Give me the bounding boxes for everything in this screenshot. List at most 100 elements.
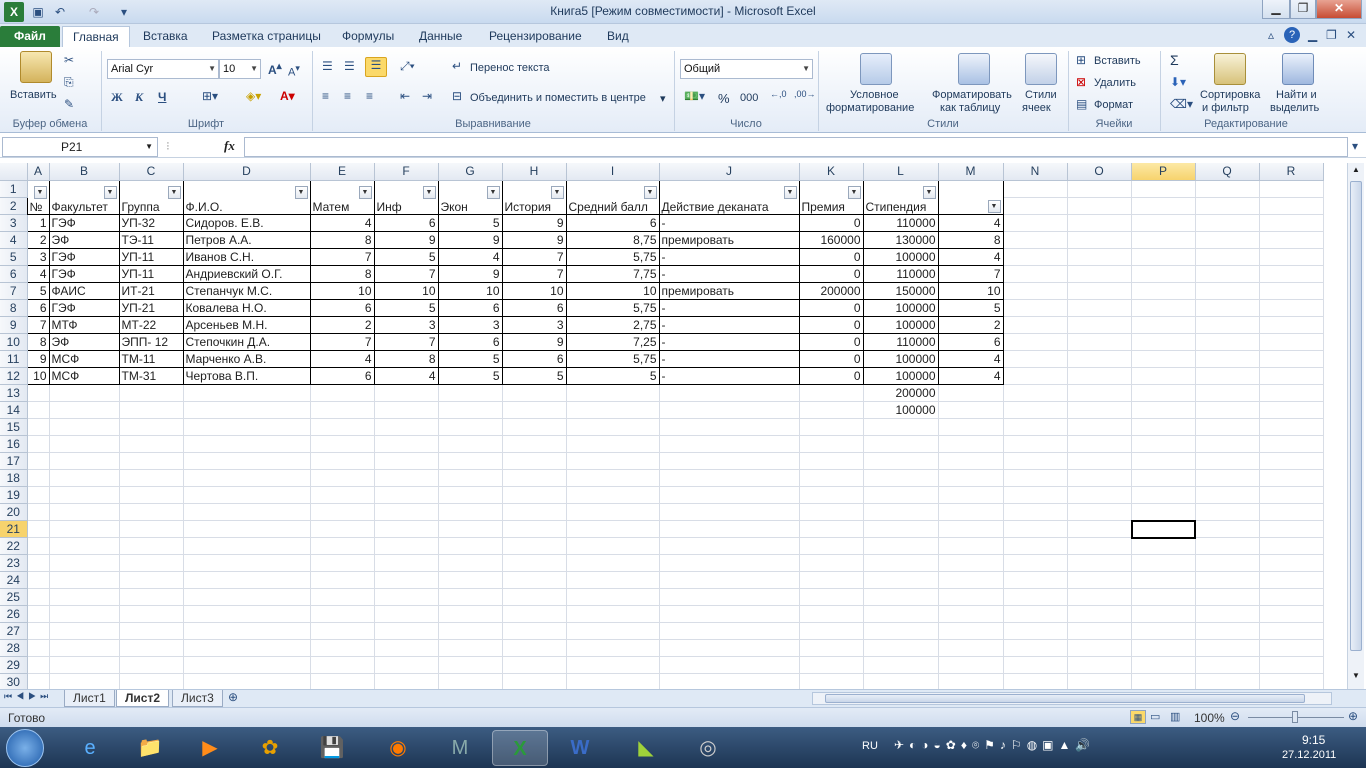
cell[interactable] — [1067, 435, 1132, 453]
cell[interactable] — [938, 537, 1004, 555]
cell[interactable] — [1067, 588, 1132, 606]
cell[interactable] — [799, 469, 864, 487]
data-cell[interactable]: 10 — [26, 366, 50, 385]
filter-dropdown-icon[interactable]: ▼ — [783, 185, 797, 199]
doc-minimize-icon[interactable]: ▁ — [1308, 28, 1317, 42]
cell[interactable] — [1131, 639, 1196, 657]
cell[interactable] — [1003, 180, 1068, 198]
cell[interactable] — [1131, 503, 1196, 521]
data-cell[interactable]: 2 — [937, 315, 1004, 334]
cell[interactable] — [119, 418, 184, 436]
cell[interactable] — [119, 571, 184, 589]
insert-cells-button[interactable]: Вставить — [1094, 55, 1141, 67]
cell[interactable] — [1067, 452, 1132, 470]
cell[interactable] — [863, 486, 939, 504]
row-header[interactable]: 25 — [0, 588, 28, 606]
cell[interactable] — [438, 452, 503, 470]
cell[interactable] — [566, 588, 660, 606]
cell[interactable] — [799, 537, 864, 555]
bold-button[interactable]: Ж — [111, 90, 123, 105]
tab-view[interactable]: Вид — [597, 26, 639, 47]
cell[interactable] — [1259, 503, 1324, 521]
cell[interactable] — [1067, 384, 1132, 402]
cell[interactable] — [27, 554, 50, 572]
cell[interactable] — [659, 673, 800, 689]
cell[interactable] — [1259, 588, 1324, 606]
cell[interactable] — [1003, 605, 1068, 623]
cell[interactable] — [863, 656, 939, 674]
data-cell[interactable]: МТФ — [48, 315, 120, 334]
data-cell[interactable]: - — [658, 298, 800, 317]
normal-view-icon[interactable]: ▦ — [1130, 710, 1146, 724]
cell[interactable] — [659, 503, 800, 521]
data-cell[interactable]: 5,75 — [565, 298, 660, 317]
tab-data[interactable]: Данные — [409, 26, 472, 47]
row-header[interactable]: 3 — [0, 214, 28, 232]
cell[interactable] — [1003, 435, 1068, 453]
cell[interactable] — [566, 673, 660, 689]
cell[interactable] — [374, 588, 439, 606]
data-cell[interactable]: 8 — [937, 230, 1004, 249]
cell[interactable] — [938, 588, 1004, 606]
cell[interactable] — [183, 639, 311, 657]
header-cell[interactable]: ▼ Стипендия — [862, 179, 939, 215]
formula-input[interactable] — [244, 137, 1348, 157]
cell[interactable] — [566, 554, 660, 572]
doc-restore-icon[interactable]: ❐ — [1326, 28, 1337, 42]
data-cell[interactable]: 5 — [373, 247, 439, 266]
cell[interactable] — [1131, 248, 1196, 266]
cell[interactable] — [1195, 554, 1260, 572]
cell[interactable] — [502, 656, 567, 674]
cell[interactable] — [659, 401, 800, 419]
header-cell[interactable]: ▼ Премия — [798, 179, 864, 215]
cell[interactable] — [183, 571, 311, 589]
row-header[interactable]: 14 — [0, 401, 28, 419]
cell[interactable] — [49, 605, 120, 623]
row-header[interactable]: 26 — [0, 605, 28, 623]
cell[interactable] — [1003, 214, 1068, 232]
cell[interactable] — [183, 588, 311, 606]
wrap-text-button[interactable]: Перенос текста — [470, 62, 550, 74]
data-cell[interactable]: 4 — [937, 349, 1004, 368]
cell[interactable] — [659, 656, 800, 674]
cell[interactable] — [49, 656, 120, 674]
data-cell[interactable]: 100000 — [862, 315, 939, 334]
data-cell[interactable]: 6 — [373, 213, 439, 232]
filter-dropdown-icon[interactable]: ▼ — [358, 185, 372, 199]
cell[interactable] — [310, 469, 375, 487]
close-button[interactable]: ✕ — [1316, 0, 1362, 19]
cell[interactable] — [1131, 486, 1196, 504]
cell[interactable] — [1195, 401, 1260, 419]
cell[interactable] — [799, 384, 864, 402]
cell[interactable] — [49, 673, 120, 689]
cell[interactable] — [1131, 316, 1196, 334]
cell[interactable] — [183, 486, 311, 504]
tab-insert[interactable]: Вставка — [133, 26, 198, 47]
cell[interactable] — [1195, 197, 1260, 215]
cell[interactable] — [27, 486, 50, 504]
cell[interactable] — [1259, 571, 1324, 589]
cell[interactable] — [659, 571, 800, 589]
data-cell[interactable]: 100000 — [862, 298, 939, 317]
filter-dropdown-icon[interactable]: ▼ — [643, 185, 657, 199]
word-taskbar-icon[interactable]: W — [552, 730, 608, 766]
cell[interactable] — [1003, 537, 1068, 555]
cell[interactable] — [863, 520, 939, 538]
data-cell[interactable]: 9 — [437, 264, 503, 283]
cell[interactable] — [183, 435, 311, 453]
data-cell[interactable]: 7 — [937, 264, 1004, 283]
cell[interactable] — [1131, 469, 1196, 487]
cell[interactable] — [119, 656, 184, 674]
cell[interactable] — [1131, 452, 1196, 470]
data-cell[interactable]: 5 — [437, 366, 503, 385]
header-cell[interactable]: ▼ Факультет — [48, 179, 120, 215]
data-cell[interactable]: 130000 — [862, 230, 939, 249]
data-cell[interactable]: УП-11 — [118, 247, 184, 266]
cell[interactable] — [938, 503, 1004, 521]
cell[interactable] — [799, 605, 864, 623]
merge-center-icon[interactable]: ⊟ — [452, 89, 462, 103]
cell[interactable] — [27, 639, 50, 657]
cell[interactable] — [799, 622, 864, 640]
data-cell[interactable]: 0 — [798, 366, 864, 385]
cell[interactable] — [1067, 180, 1132, 198]
